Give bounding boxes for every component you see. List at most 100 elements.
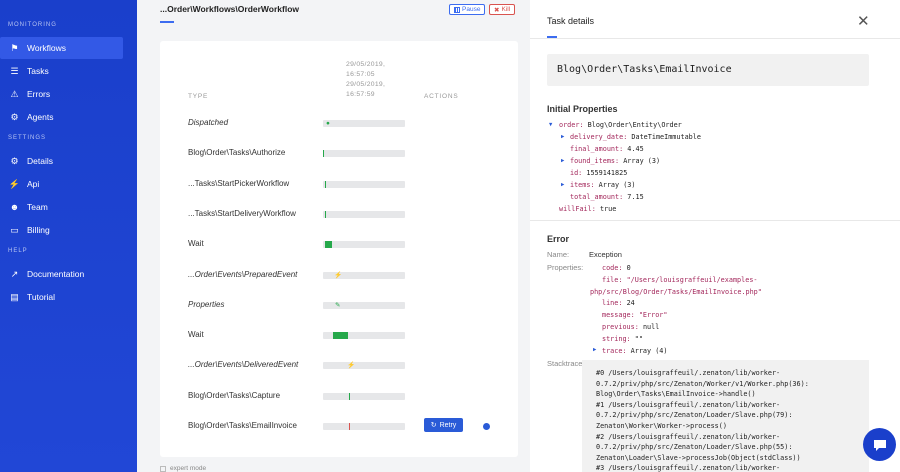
caret-right-icon[interactable]: ▶ xyxy=(561,158,564,164)
sidebar-item-documentation[interactable]: ↗ Documentation xyxy=(0,263,137,285)
prop-value: Blog\Order\Entity\Order xyxy=(587,121,682,129)
prop-value: Array (3) xyxy=(598,181,636,189)
stacktrace-line: #1 /Users/louisgraffeuil/.zenaton/lib/wo… xyxy=(596,400,781,409)
timeline-track xyxy=(323,332,405,340)
stacktrace-line: #0 /Users/louisgraffeuil/.zenaton/lib/wo… xyxy=(596,369,781,377)
prop-key: delivery_date: xyxy=(570,133,628,141)
prop-value: 24 xyxy=(626,299,635,307)
timeline-row-label: ...Tasks\StartPickerWorkflow xyxy=(188,178,290,188)
chat-button[interactable] xyxy=(863,428,896,461)
timeline-card: 29/05/2019, 16:57:05 29/05/2019, 16:57:5… xyxy=(160,41,518,457)
retry-button[interactable]: ↻ Retry xyxy=(424,418,463,432)
date-start-line-1: 29/05/2019, xyxy=(346,61,386,68)
workflows-icon: ⚑ xyxy=(10,42,19,53)
agents-icon: ⚙ xyxy=(10,111,19,122)
timeline-row-label: ...Order\Events\PreparedEvent xyxy=(188,269,298,279)
sidebar-item-label: Tutorial xyxy=(27,292,56,302)
prop-value: DateTimeImmutable xyxy=(631,133,701,141)
sidebar-item-tasks[interactable]: ☰ Tasks xyxy=(0,60,137,82)
sidebar-item-billing[interactable]: ▭ Billing xyxy=(0,219,137,241)
sidebar-item-errors[interactable]: ⚠ Errors xyxy=(0,83,137,105)
api-icon: ⚡ xyxy=(8,178,21,189)
timeline-row-label: Blog\Order\Tasks\Authorize xyxy=(188,148,286,158)
prop-value: 1559141825 xyxy=(586,169,628,177)
stacktrace-line: Blog\Order\Tasks\EmailInvoice->handle() xyxy=(596,390,756,399)
date-end-line-2: 16:57:59 xyxy=(346,91,375,98)
prop-key: file: xyxy=(602,276,623,284)
stacktrace-line: Zenaton\Loader\Slave->processJob(Object(… xyxy=(596,453,801,462)
timeline-track xyxy=(323,392,405,400)
prop-value: null xyxy=(642,323,660,331)
pencil-icon: ✎ xyxy=(335,301,341,309)
prop-value: "/Users/louisgraffeuil/examples- xyxy=(626,276,758,284)
billing-icon: ▭ xyxy=(10,224,19,235)
timeline-row[interactable]: ...Order\Events\DeliveredEvent ⚡ xyxy=(160,360,518,374)
team-icon: ☻ xyxy=(9,202,20,212)
timeline-row-label: ...Tasks\StartDeliveryWorkflow xyxy=(188,208,296,218)
error-name-value: Exception xyxy=(589,250,622,259)
error-name-label: Name: xyxy=(547,250,570,259)
timeline-row[interactable]: ...Order\Events\PreparedEvent ⚡ xyxy=(160,270,518,284)
timeline-row[interactable]: Blog\Order\Tasks\Capture xyxy=(160,391,518,405)
timeline-track xyxy=(323,241,405,249)
task-details-panel: Task details ✕ Blog\Order\Tasks\EmailInv… xyxy=(530,0,900,472)
timeline-track: ✎ xyxy=(323,301,405,309)
sidebar-item-label: Billing xyxy=(27,225,50,235)
timeline-row[interactable]: Properties ✎ xyxy=(160,300,518,314)
order-property[interactable]: items: Array (3) xyxy=(570,181,636,189)
timeline-row[interactable]: Wait xyxy=(160,330,518,344)
date-end-line-1: 29/05/2019, xyxy=(346,81,386,88)
close-icon[interactable]: ✕ xyxy=(857,12,870,30)
timeline-row[interactable]: Blog\Order\Tasks\EmailInvoice ↻ Retry xyxy=(160,418,518,435)
pause-button[interactable]: Pause xyxy=(449,4,486,15)
prop-key: string: xyxy=(602,335,631,343)
sidebar-item-team[interactable]: ☻ Team xyxy=(0,196,137,218)
sidebar-item-agents[interactable]: ⚙ Agents xyxy=(0,106,137,128)
sidebar-item-workflows[interactable]: ⚑ Workflows xyxy=(0,37,123,59)
prop-value: 7.15 xyxy=(627,193,644,201)
kill-button[interactable]: ✖ Kill xyxy=(489,4,516,15)
order-property[interactable]: delivery_date: DateTimeImmutable xyxy=(570,133,701,141)
prop-key: found_items: xyxy=(570,157,620,165)
timeline-tick[interactable] xyxy=(323,150,324,158)
main-area: ...Order\Workflows\OrderWorkflow Pause ✖… xyxy=(137,0,530,472)
expert-mode-toggle[interactable]: expert mode xyxy=(160,465,206,472)
order-property[interactable]: found_items: Array (3) xyxy=(570,157,660,165)
timeline-track xyxy=(323,180,405,188)
sidebar-item-api[interactable]: ⚡ Api xyxy=(0,173,137,195)
timeline-bar[interactable] xyxy=(325,241,332,249)
tasks-icon: ☰ xyxy=(10,65,19,76)
error-title: Error xyxy=(547,234,570,244)
prop-key: items: xyxy=(570,181,595,189)
prop-key: line: xyxy=(602,299,623,307)
timeline-dates: 29/05/2019, 16:57:05 29/05/2019, 16:57:5… xyxy=(346,60,385,100)
sidebar-section-heading: HELP xyxy=(8,248,28,254)
caret-right-icon[interactable]: ▶ xyxy=(593,347,596,353)
timeline-row[interactable]: ...Tasks\StartPickerWorkflow xyxy=(160,179,518,193)
timeline-row[interactable]: Blog\Order\Tasks\Authorize xyxy=(160,148,518,162)
prop-key: order: xyxy=(559,121,584,129)
caret-right-icon[interactable]: ▶ xyxy=(561,182,564,188)
errors-icon: ⚠ xyxy=(10,88,19,99)
refresh-icon: ↻ xyxy=(430,422,437,429)
sidebar-item-details[interactable]: ⚙ Details xyxy=(0,150,137,172)
timeline-tick[interactable] xyxy=(349,423,350,430)
caret-right-icon[interactable]: ▶ xyxy=(561,134,564,140)
details-icon: ⚙ xyxy=(10,155,19,166)
timeline-bar[interactable] xyxy=(333,332,348,340)
timeline-row[interactable]: Wait xyxy=(160,239,518,253)
sidebar-item-tutorial[interactable]: ▤ Tutorial xyxy=(0,286,137,308)
timeline-row[interactable]: Dispatched ● xyxy=(160,118,518,132)
expert-mode-checkbox[interactable] xyxy=(160,465,166,472)
column-header-type: TYPE xyxy=(188,93,209,100)
timeline-tick[interactable] xyxy=(325,210,326,218)
pause-label: Pause xyxy=(462,6,481,13)
timeline-track xyxy=(323,423,405,430)
order-property: id: 1559141825 xyxy=(570,169,627,177)
timeline-tick[interactable] xyxy=(325,180,326,188)
prop-key: message: xyxy=(602,311,635,319)
caret-down-icon[interactable]: ▼ xyxy=(549,122,552,128)
timeline-tick[interactable] xyxy=(349,392,350,400)
timeline-row[interactable]: ...Tasks\StartDeliveryWorkflow xyxy=(160,209,518,223)
timeline-row-label: Dispatched xyxy=(188,118,229,127)
